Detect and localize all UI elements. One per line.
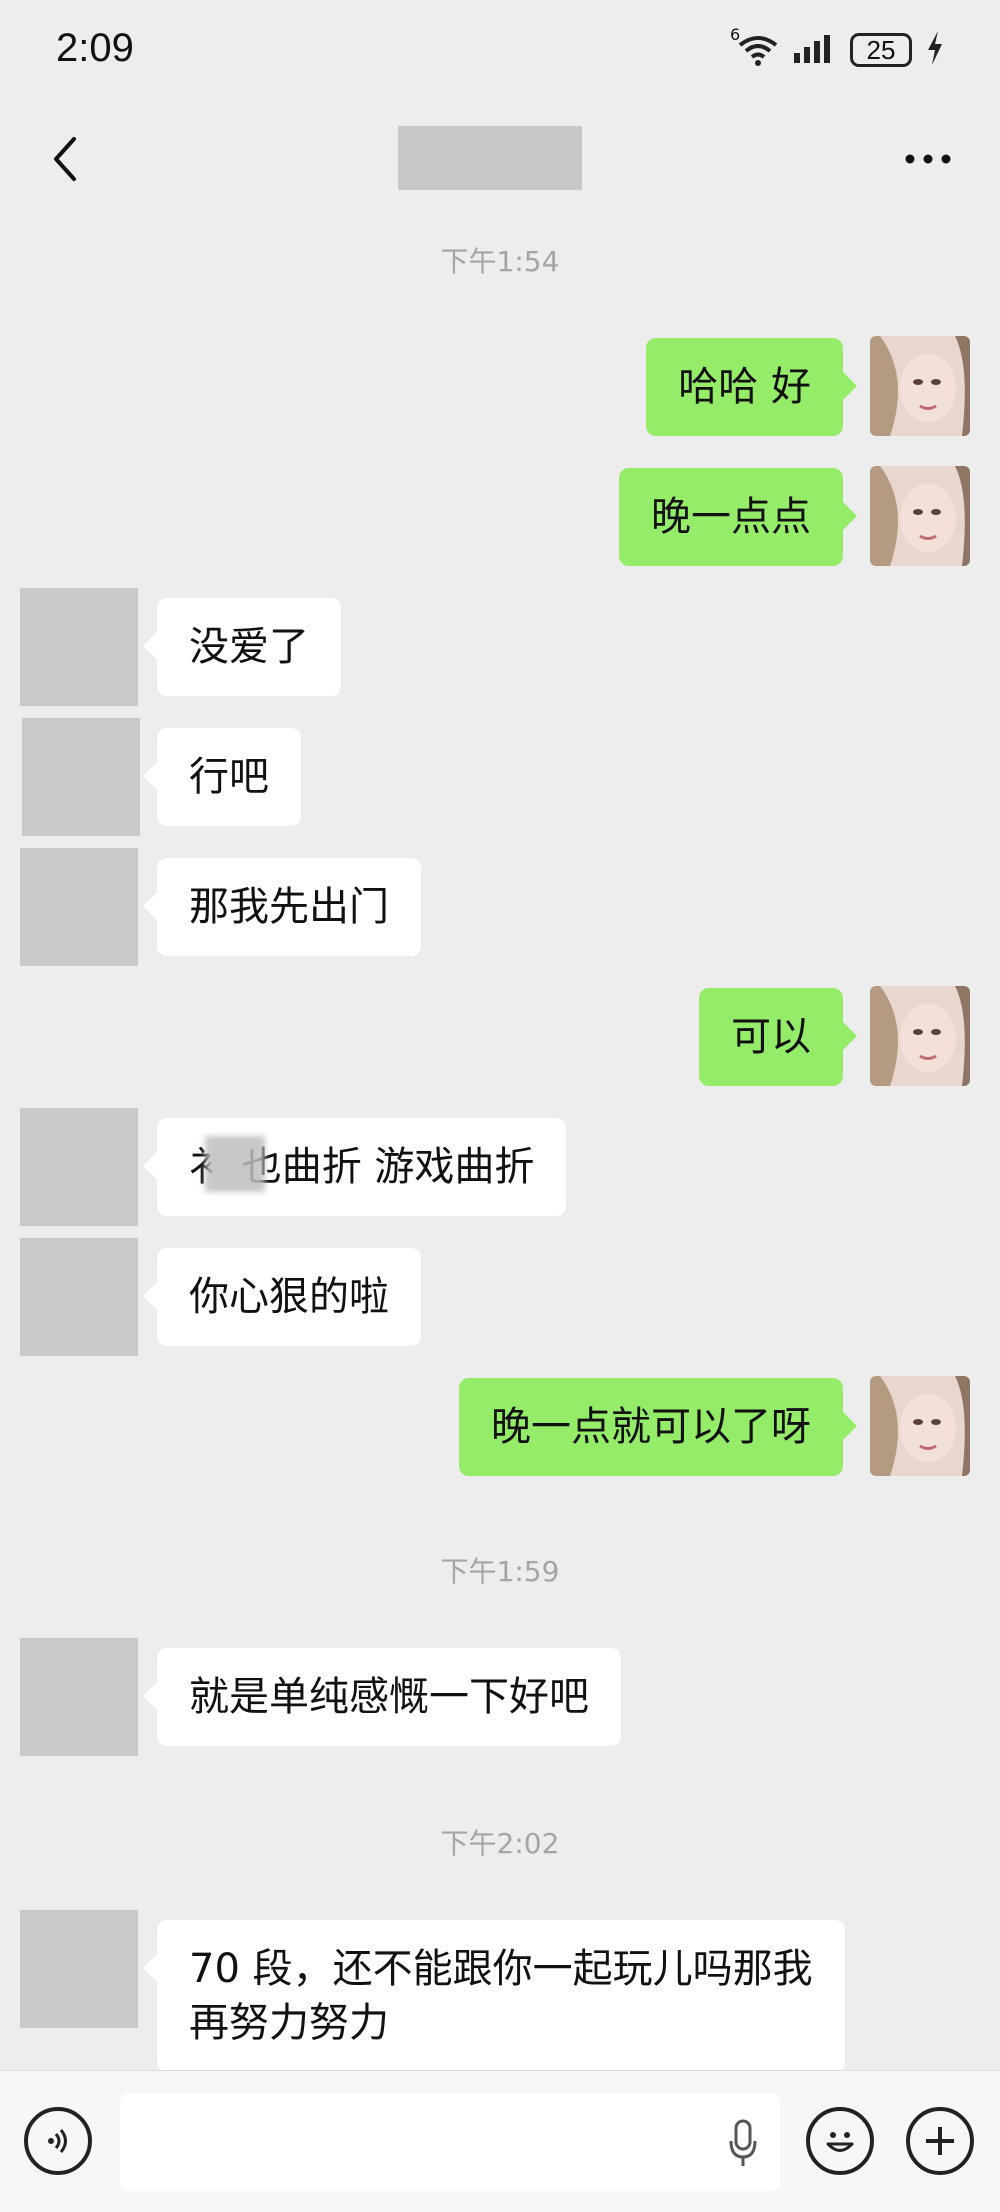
plus-icon — [926, 2127, 954, 2155]
timestamp: 下午2:02 — [440, 1827, 560, 1860]
message-bubble-outgoing[interactable]: 可以 — [699, 988, 857, 1086]
mic-icon[interactable] — [728, 2119, 758, 2169]
avatar-self[interactable] — [870, 336, 970, 436]
status-time: 2:09 — [56, 26, 134, 70]
avatar-contact[interactable] — [20, 1910, 138, 2028]
avatar-contact[interactable] — [22, 718, 140, 836]
message-bubble-outgoing[interactable]: 晚一点点 — [619, 468, 857, 566]
status-icons: 6 25 — [730, 25, 944, 72]
timestamp: 下午1:54 — [440, 245, 560, 278]
signal-icon — [794, 33, 836, 67]
message-bubble-outgoing[interactable]: 晚一点就可以了呀 — [459, 1378, 857, 1476]
avatar-contact[interactable] — [20, 1638, 138, 1756]
emoji-icon — [826, 2132, 854, 2152]
voice-icon — [48, 2129, 67, 2153]
avatar-contact[interactable] — [20, 848, 138, 966]
status-bar: 2:09 6 25 — [0, 0, 1000, 100]
avatar-contact[interactable] — [20, 588, 138, 706]
more-button[interactable] — [886, 124, 970, 194]
message-bubble-incoming[interactable]: 你心狠的啦 — [143, 1248, 421, 1346]
charging-icon — [926, 31, 944, 69]
more-dots-icon — [905, 154, 951, 164]
message-bubble-outgoing[interactable]: 哈哈 好 — [646, 338, 857, 436]
wifi-icon: 6 — [730, 25, 780, 67]
avatar-self[interactable] — [870, 986, 970, 1086]
timestamp: 下午1:59 — [440, 1555, 560, 1588]
battery-level: 25 — [866, 34, 896, 65]
nav-bar — [0, 100, 1000, 218]
blur-redaction — [205, 1136, 265, 1192]
chevron-left-icon — [54, 137, 76, 181]
emoji-button[interactable] — [806, 2107, 874, 2175]
message-bubble-incoming[interactable]: 行吧 — [143, 728, 301, 826]
message-bubble-incoming[interactable]: 70 段，还不能跟你一起玩儿吗那我再努力努力 — [143, 1920, 845, 2072]
wifi-label: 6 — [730, 25, 741, 44]
message-bubble-incoming[interactable]: 衤 也曲折 游戏曲折 — [142, 1118, 567, 1216]
message-input[interactable] — [120, 2093, 780, 2191]
plus-button[interactable] — [906, 2107, 974, 2175]
voice-button[interactable] — [24, 2107, 92, 2175]
avatar-self[interactable] — [870, 1376, 970, 1476]
chat-title-redacted — [398, 126, 582, 190]
back-button[interactable] — [30, 124, 100, 194]
battery-icon: 25 — [850, 33, 912, 67]
message-bubble-incoming[interactable]: 那我先出门 — [143, 858, 421, 956]
input-bar — [0, 2070, 1000, 2212]
avatar-self[interactable] — [870, 466, 970, 566]
avatar-contact[interactable] — [20, 1108, 138, 1226]
message-bubble-incoming[interactable]: 就是单纯感慨一下好吧 — [143, 1648, 621, 1746]
message-bubble-incoming[interactable]: 没爱了 — [143, 598, 341, 696]
avatar-contact[interactable] — [20, 1238, 138, 1356]
